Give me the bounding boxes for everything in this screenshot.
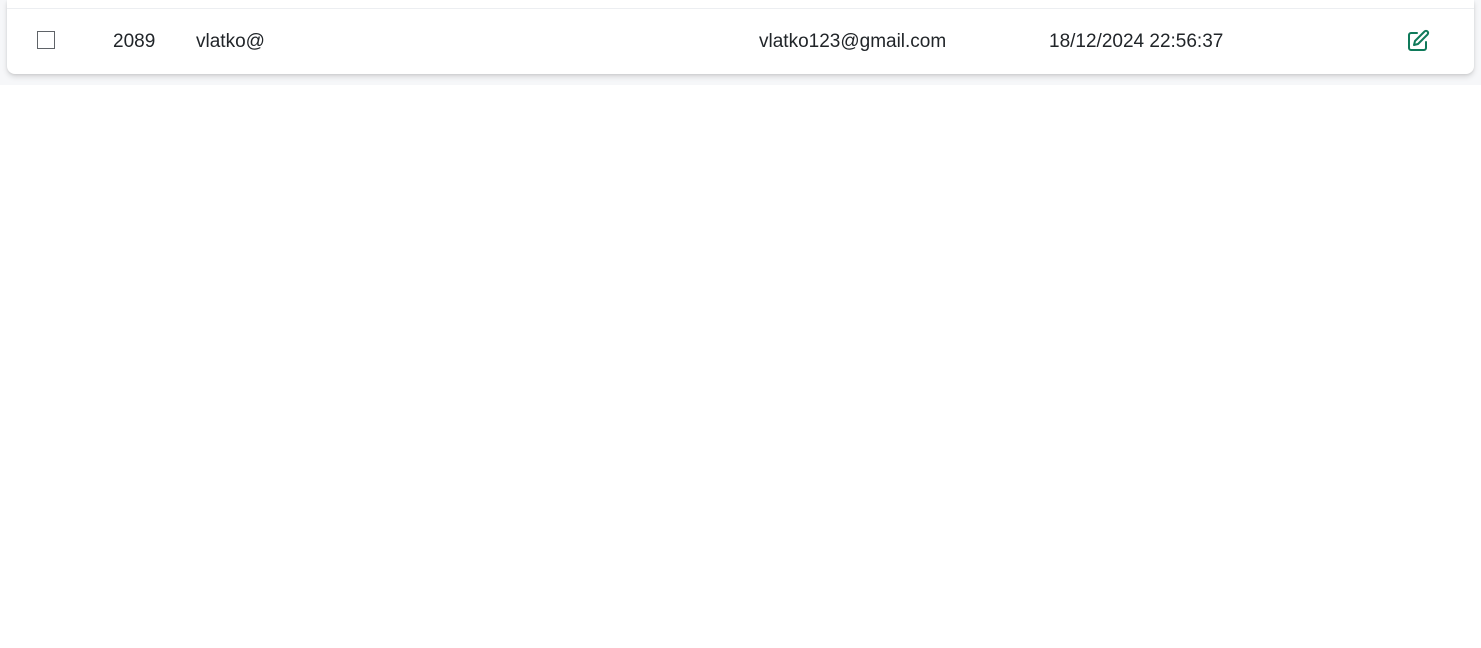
row-select-checkbox[interactable]: [37, 31, 55, 49]
edit-button[interactable]: [1406, 29, 1430, 53]
edit-icon: [1406, 29, 1430, 53]
row-created-date: 18/12/2024 22:56:37: [1049, 31, 1224, 52]
row-username: vlatko@: [196, 31, 265, 52]
table-area: 2089 vlatko@ vlatko123@gmail.com 18/12/2…: [0, 0, 1481, 85]
table-row: 2089 vlatko@ vlatko123@gmail.com 18/12/2…: [7, 9, 1474, 74]
row-email: vlatko123@gmail.com: [759, 31, 947, 52]
table-card: 2089 vlatko@ vlatko123@gmail.com 18/12/2…: [7, 0, 1474, 74]
row-id: 2089: [113, 31, 156, 52]
